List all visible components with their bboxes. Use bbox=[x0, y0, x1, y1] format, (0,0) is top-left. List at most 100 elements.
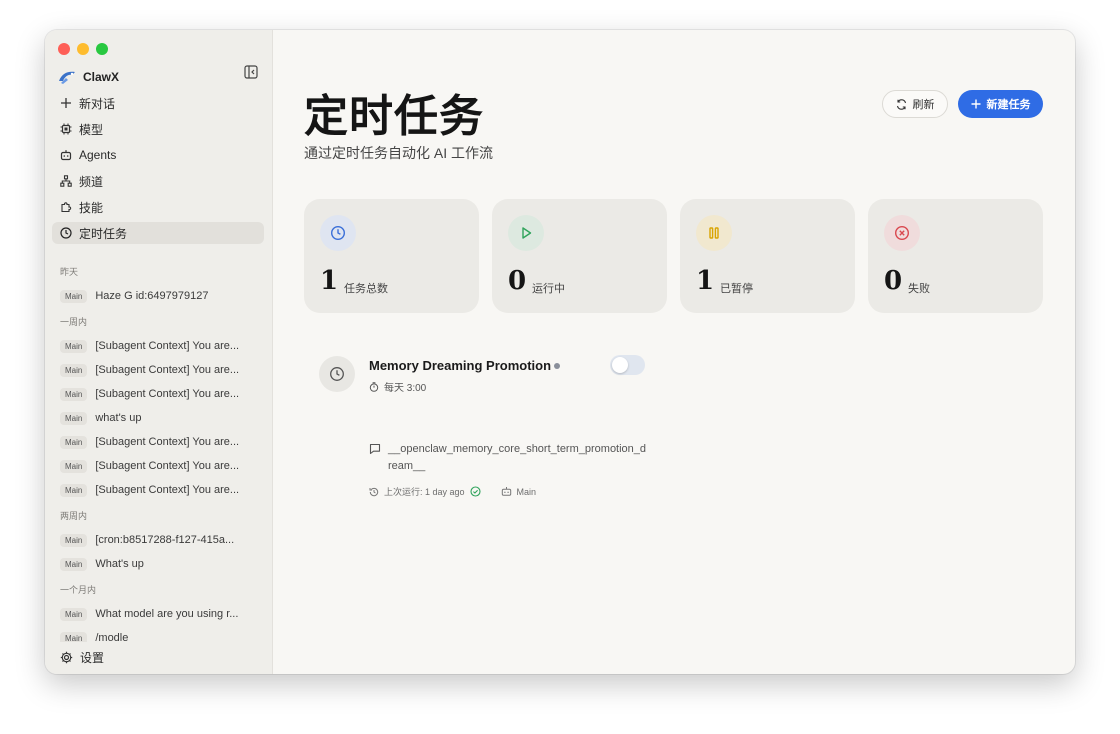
timer-icon bbox=[369, 381, 379, 392]
list-item[interactable]: Main What model are you using r... bbox=[52, 602, 264, 626]
maximize-window-button[interactable] bbox=[96, 43, 108, 55]
task-icon-wrap bbox=[319, 356, 355, 392]
app-logo-icon bbox=[59, 71, 75, 84]
sidebar-item-agents[interactable]: Agents bbox=[52, 144, 264, 166]
page-subtitle: 通过定时任务自动化 AI 工作流 bbox=[304, 145, 494, 161]
agent-badge: Main bbox=[60, 557, 88, 571]
stats-row: 1 任务总数 0 运行中 1 已暂停 0 失败 bbox=[304, 199, 1043, 313]
stat-label: 已暂停 bbox=[720, 283, 753, 295]
sidebar-nav: 新对话 模型 Agents 频道 技能 定时任务 bbox=[52, 92, 264, 248]
agent-badge: Main bbox=[60, 483, 88, 497]
toggle-knob bbox=[612, 357, 628, 373]
sidebar-item-label: 新对话 bbox=[79, 96, 116, 111]
refresh-button[interactable]: 刷新 bbox=[882, 90, 948, 118]
stat-card-running: 0 运行中 bbox=[492, 199, 667, 313]
list-item[interactable]: Main [Subagent Context] You are... bbox=[52, 430, 264, 454]
agent-badge: Main bbox=[60, 533, 88, 547]
list-item[interactable]: Main [Subagent Context] You are... bbox=[52, 334, 264, 358]
chat-title: [Subagent Context] You are... bbox=[95, 460, 240, 472]
minimize-window-button[interactable] bbox=[77, 43, 89, 55]
sidebar-item-new-chat[interactable]: 新对话 bbox=[52, 92, 264, 114]
list-item[interactable]: Main [Subagent Context] You are... bbox=[52, 382, 264, 406]
refresh-icon bbox=[896, 98, 906, 110]
stat-icon-wrap bbox=[320, 215, 356, 251]
task-name: Memory Dreaming Promotion bbox=[369, 358, 552, 373]
stat-icon-wrap bbox=[884, 215, 920, 251]
sidebar-item-skills[interactable]: 技能 bbox=[52, 196, 264, 218]
stat-card-total: 1 任务总数 bbox=[304, 199, 479, 313]
stat-icon-wrap bbox=[508, 215, 544, 251]
bot-icon bbox=[501, 487, 511, 496]
history-group-label: 两周内 bbox=[60, 511, 88, 521]
new-task-button[interactable]: 新建任务 bbox=[958, 90, 1043, 118]
chat-title: [cron:b8517288-f127-415a... bbox=[95, 534, 235, 546]
chat-title: Haze G id:6497979127 bbox=[95, 290, 209, 302]
window-controls bbox=[58, 43, 108, 55]
stat-icon-wrap bbox=[696, 215, 732, 251]
list-item[interactable]: Main [Subagent Context] You are... bbox=[52, 478, 264, 502]
sidebar-item-settings[interactable]: 设置 bbox=[52, 646, 272, 668]
network-icon bbox=[60, 175, 72, 187]
sidebar-item-models[interactable]: 模型 bbox=[52, 118, 264, 140]
agent-badge: Main bbox=[60, 631, 88, 642]
list-item[interactable]: Main [cron:b8517288-f127-415a... bbox=[52, 528, 264, 552]
list-item[interactable]: Main /modle bbox=[52, 626, 264, 642]
task-agent: Main bbox=[516, 486, 537, 497]
clock-icon bbox=[330, 225, 346, 241]
stat-card-paused: 1 已暂停 bbox=[680, 199, 855, 313]
sidebar-item-label: 技能 bbox=[79, 200, 104, 215]
chat-title: What model are you using r... bbox=[95, 608, 239, 620]
bot-icon bbox=[60, 150, 72, 161]
sidebar-item-label: Agents bbox=[79, 148, 117, 162]
app-brand: ClawX bbox=[57, 69, 119, 85]
list-item[interactable]: Main What's up bbox=[52, 552, 264, 576]
stat-value: 1 bbox=[320, 266, 339, 296]
check-circle-icon bbox=[469, 486, 481, 497]
plus-icon bbox=[971, 99, 980, 109]
x-circle-icon bbox=[894, 225, 910, 241]
sidebar-item-label: 定时任务 bbox=[79, 226, 128, 241]
chat-history: 昨天 Main Haze G id:6497979127 一周内 Main [S… bbox=[52, 262, 264, 642]
agent-badge: Main bbox=[60, 387, 88, 401]
agent-badge: Main bbox=[60, 459, 88, 473]
stat-value: 0 bbox=[508, 266, 527, 296]
task-status-dot bbox=[554, 363, 560, 369]
settings-label: 设置 bbox=[80, 650, 105, 665]
list-item[interactable]: Main [Subagent Context] You are... bbox=[52, 454, 264, 478]
chat-title: [Subagent Context] You are... bbox=[95, 340, 240, 352]
task-message-text: __openclaw_memory_core_short_term_promot… bbox=[388, 443, 647, 472]
app-window: ClawX 新对话 模型 Agents 频道 技能 定时任务 昨天 Main H… bbox=[45, 30, 1075, 674]
list-item[interactable]: Main Haze G id:6497979127 bbox=[52, 284, 264, 308]
sidebar-collapse-icon[interactable] bbox=[244, 65, 258, 79]
puzzle-icon bbox=[61, 202, 72, 213]
chat-title: [Subagent Context] You are... bbox=[95, 484, 240, 496]
agent-badge: Main bbox=[60, 363, 88, 377]
stat-label: 失败 bbox=[908, 283, 930, 295]
stat-label: 任务总数 bbox=[344, 283, 388, 295]
list-item[interactable]: Main what's up bbox=[52, 406, 264, 430]
new-task-label: 新建任务 bbox=[986, 99, 1031, 111]
message-icon bbox=[369, 443, 381, 455]
clock-icon bbox=[60, 227, 72, 239]
task-schedule-text: 每天 3:00 bbox=[384, 383, 427, 394]
task-schedule: 每天 3:00 bbox=[369, 379, 426, 394]
chat-title: what's up bbox=[95, 412, 142, 424]
sidebar-item-label: 频道 bbox=[79, 174, 104, 189]
list-item[interactable]: Main [Subagent Context] You are... bbox=[52, 358, 264, 382]
task-last-run: 上次运行: 1 day ago bbox=[384, 487, 465, 497]
play-icon bbox=[522, 227, 532, 239]
pause-icon bbox=[709, 227, 719, 239]
main-content: 定时任务 通过定时任务自动化 AI 工作流 刷新 新建任务 1 任务总数 0 运… bbox=[273, 30, 1075, 674]
task-message: __openclaw_memory_core_short_term_promot… bbox=[369, 441, 648, 475]
plus-icon bbox=[61, 98, 71, 108]
agent-badge: Main bbox=[60, 607, 88, 621]
history-group-label: 一个月内 bbox=[60, 585, 97, 595]
task-enable-toggle[interactable] bbox=[610, 355, 645, 375]
sidebar-item-label: 模型 bbox=[79, 122, 104, 137]
chat-title: [Subagent Context] You are... bbox=[95, 388, 240, 400]
sidebar-item-channels[interactable]: 频道 bbox=[52, 170, 264, 192]
task-card[interactable]: Memory Dreaming Promotion 每天 3:00 __open… bbox=[319, 352, 659, 497]
sidebar-item-cron[interactable]: 定时任务 bbox=[52, 222, 264, 244]
close-window-button[interactable] bbox=[58, 43, 70, 55]
chat-title: /modle bbox=[95, 632, 129, 642]
